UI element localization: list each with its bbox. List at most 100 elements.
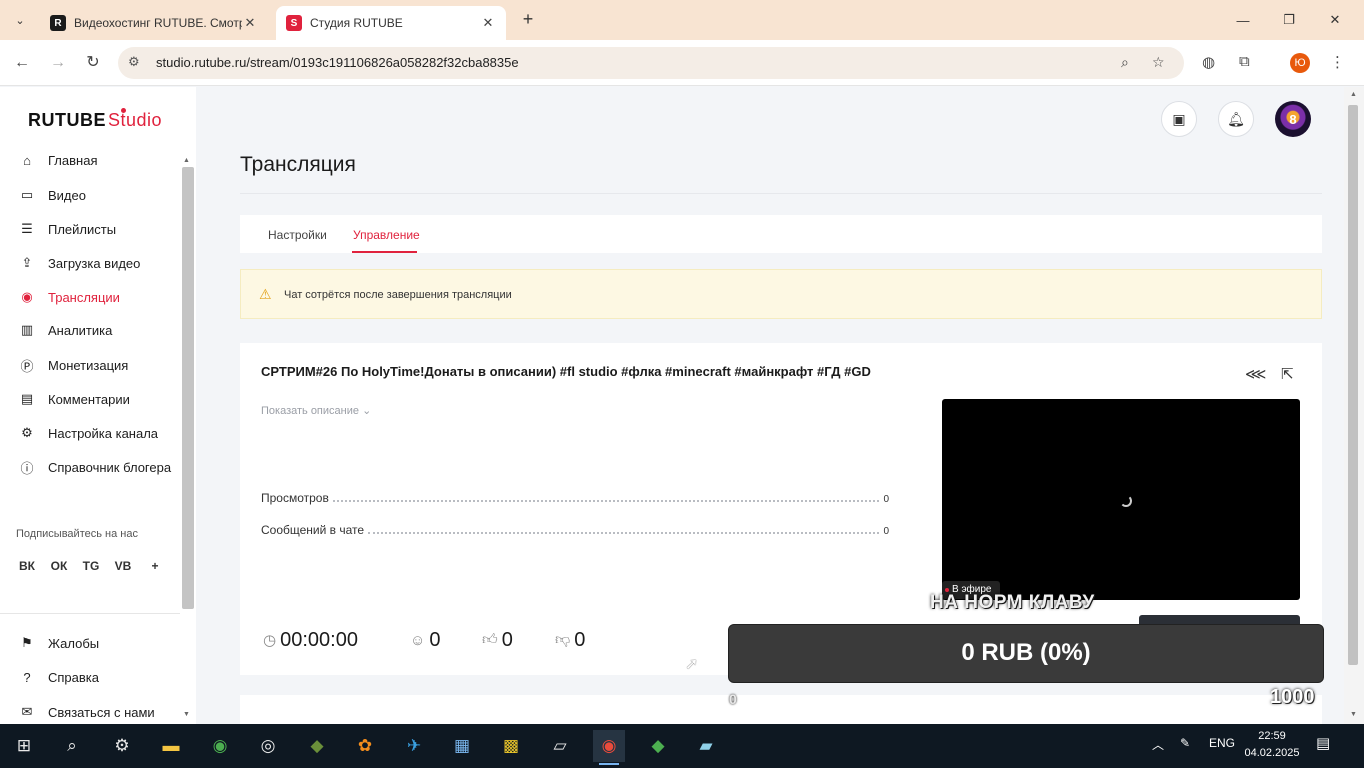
next-card [240, 695, 1322, 724]
tab-settings[interactable]: Настройки [268, 228, 327, 242]
open-external-icon[interactable]: ⇱ [1281, 365, 1294, 383]
telegram-icon[interactable]: TG [80, 555, 102, 577]
reload-button[interactable]: ↻ [81, 51, 105, 75]
zoom-icon[interactable]: ⌕ [1121, 54, 1129, 71]
sidebar-item-label: Справочник блогера [48, 459, 172, 475]
new-tab-button[interactable]: + [516, 8, 540, 32]
stream-preview-player[interactable] [942, 399, 1300, 600]
sidebar-item-analytics[interactable]: ▥ Аналитика [18, 319, 188, 341]
forward-button[interactable]: → [46, 51, 70, 75]
pen-icon[interactable]: ✎ [1180, 736, 1190, 750]
minecraft-icon[interactable]: ◆ [301, 730, 333, 762]
telegram-app-icon[interactable]: ✈ [398, 730, 430, 762]
browser-tab-rutube[interactable]: R Видеохостинг RUTUBE. Смотр ✕ [40, 6, 268, 40]
translate-icon[interactable]: ◍ [1202, 53, 1215, 71]
site-info-icon[interactable]: ⚙ [128, 54, 140, 70]
sidebar-item-contact[interactable]: ✉ Связаться с нами [18, 701, 188, 723]
sidebar-item-comments[interactable]: ▤ Комментарии [18, 388, 188, 410]
sidebar-item-broadcasts[interactable]: ◉ Трансляции [18, 286, 188, 308]
monetization-icon: Ⓟ [20, 358, 34, 374]
browser-profile-avatar[interactable]: Ю [1290, 53, 1310, 73]
video-icon: ▭ [20, 187, 34, 202]
sidebar-item-home[interactable]: ⌂ Главная [18, 149, 188, 171]
notifications-icon[interactable]: ▤ [1316, 734, 1330, 752]
overlay-caption: НА НОРМ КЛАВУ [930, 592, 1095, 613]
logo-product: Studio [108, 110, 163, 130]
settings-gear-icon[interactable]: ⚙ [106, 730, 138, 762]
browser-tab-studio[interactable]: S Студия RUTUBE ✕ [276, 6, 506, 40]
obs-icon[interactable]: ◎ [252, 730, 284, 762]
sidebar: RUTUBE Studio ⌂ Главная ▭ Видео ☰ Плейлисты … [0, 87, 196, 724]
scroll-down-icon[interactable]: ▼ [183, 711, 190, 718]
sidebar-item-label: Загрузка видео [48, 255, 141, 271]
notifications-bell-icon[interactable]: 🔔︎ [1218, 101, 1254, 137]
sidebar-item-blogger-guide[interactable]: ⓘ Справочник блогера [18, 456, 188, 478]
donation-goal-bar: 0 RUB (0%) [728, 624, 1324, 683]
file-explorer-icon[interactable]: ▬ [155, 730, 187, 762]
close-tab-icon[interactable]: ✕ [480, 15, 496, 31]
sidebar-item-channel-settings[interactable]: ⚙ Настройка канала [18, 422, 188, 444]
chrome-icon[interactable]: ◉ [204, 730, 236, 762]
search-icon[interactable]: ⌕ [56, 730, 88, 762]
subscribe-label: Подписывайтесь на нас [16, 528, 138, 540]
close-tab-icon[interactable]: ✕ [242, 15, 258, 31]
minecraft-launcher-icon[interactable]: ◆ [642, 730, 674, 762]
sidebar-scrollbar[interactable] [182, 167, 194, 609]
sidebar-item-video[interactable]: ▭ Видео [18, 184, 188, 206]
bookmark-star-icon[interactable]: ☆ [1152, 54, 1165, 71]
extensions-icon[interactable]: ⧉ [1239, 53, 1250, 70]
stat-views: Просмотров 0 [261, 489, 889, 505]
sidebar-item-monetization[interactable]: Ⓟ Монетизация [18, 354, 188, 376]
sidebar-item-upload[interactable]: ⇪ Загрузка видео [18, 252, 188, 274]
app-icon[interactable]: ▰ [690, 730, 722, 762]
tab-search-button[interactable]: ⌄ [8, 8, 32, 32]
notepad-icon[interactable]: ▱ [544, 730, 576, 762]
back-button[interactable]: ← [10, 51, 34, 75]
ok-icon[interactable]: ОК [48, 555, 70, 577]
sidebar-item-label: Плейлисты [48, 221, 117, 237]
analytics-icon: ▥ [20, 322, 34, 337]
minimize-button[interactable]: — [1220, 0, 1266, 40]
sidebar-item-label: Жалобы [48, 635, 100, 651]
calculator-icon[interactable]: ▦ [446, 730, 478, 762]
thumbs-down-icon: 👎︎ [555, 631, 571, 648]
page-scrollbar[interactable]: ▲ ▼ [1344, 87, 1364, 724]
address-bar[interactable]: ⚙ studio.rutube.ru/stream/0193c191106826… [118, 47, 1184, 79]
channel-avatar[interactable]: 8 [1275, 101, 1311, 137]
restore-button[interactable]: ❐ [1266, 0, 1312, 40]
sidebar-item-complaints[interactable]: ⚑ Жалобы [18, 632, 188, 654]
show-description-link[interactable]: Показать описание ⌄ [261, 404, 371, 417]
title-divider [240, 193, 1322, 194]
chat-warning-banner: ⚠ Чат сотрётся после завершения трансляц… [240, 269, 1322, 319]
tray-expand-icon[interactable]: ︿ [1152, 736, 1164, 753]
sidebar-item-help[interactable]: ? Справка [18, 666, 188, 688]
vk-icon[interactable]: ВК [16, 555, 38, 577]
fl-studio-icon[interactable]: ✿ [349, 730, 381, 762]
scroll-up-icon[interactable]: ▲ [183, 157, 190, 164]
show-description-label: Показать описание [261, 405, 359, 417]
page-scroll-thumb[interactable] [1348, 105, 1358, 665]
language-indicator[interactable]: ENG [1209, 736, 1235, 750]
rutube-studio-logo[interactable]: RUTUBE Studio [28, 108, 163, 131]
taskbar-clock[interactable]: 22:59 04.02.2025 [1244, 728, 1300, 762]
donation-goal-text: 0 RUB (0%) [961, 639, 1091, 666]
viber-icon[interactable]: VB [112, 555, 134, 577]
scroll-down-icon[interactable]: ▼ [1350, 711, 1357, 718]
tab-title: Студия RUTUBE [310, 16, 403, 30]
more-social-icon[interactable]: + [144, 555, 166, 577]
share-icon[interactable]: ⋘ [1245, 365, 1266, 383]
create-video-icon[interactable]: ▣ [1161, 101, 1197, 137]
windows-start-icon[interactable]: ⊞ [8, 730, 40, 762]
sidebar-item-playlists[interactable]: ☰ Плейлисты [18, 218, 188, 240]
active-tab-indicator [352, 251, 417, 253]
chrome-profile-icon[interactable]: ◉ [593, 730, 625, 765]
settings-icon: ⚙ [21, 425, 33, 440]
help-icon: ? [23, 669, 31, 685]
donation-goal-max: 1000 [1270, 686, 1315, 708]
scroll-up-icon[interactable]: ▲ [1350, 91, 1357, 98]
browser-menu-icon[interactable]: ⋮ [1330, 53, 1345, 71]
geometry-dash-icon[interactable]: ▩ [495, 730, 527, 762]
tab-management[interactable]: Управление [353, 228, 420, 242]
mouse-cursor-icon: ➚ [685, 656, 699, 673]
close-window-button[interactable]: ✕ [1312, 0, 1358, 40]
